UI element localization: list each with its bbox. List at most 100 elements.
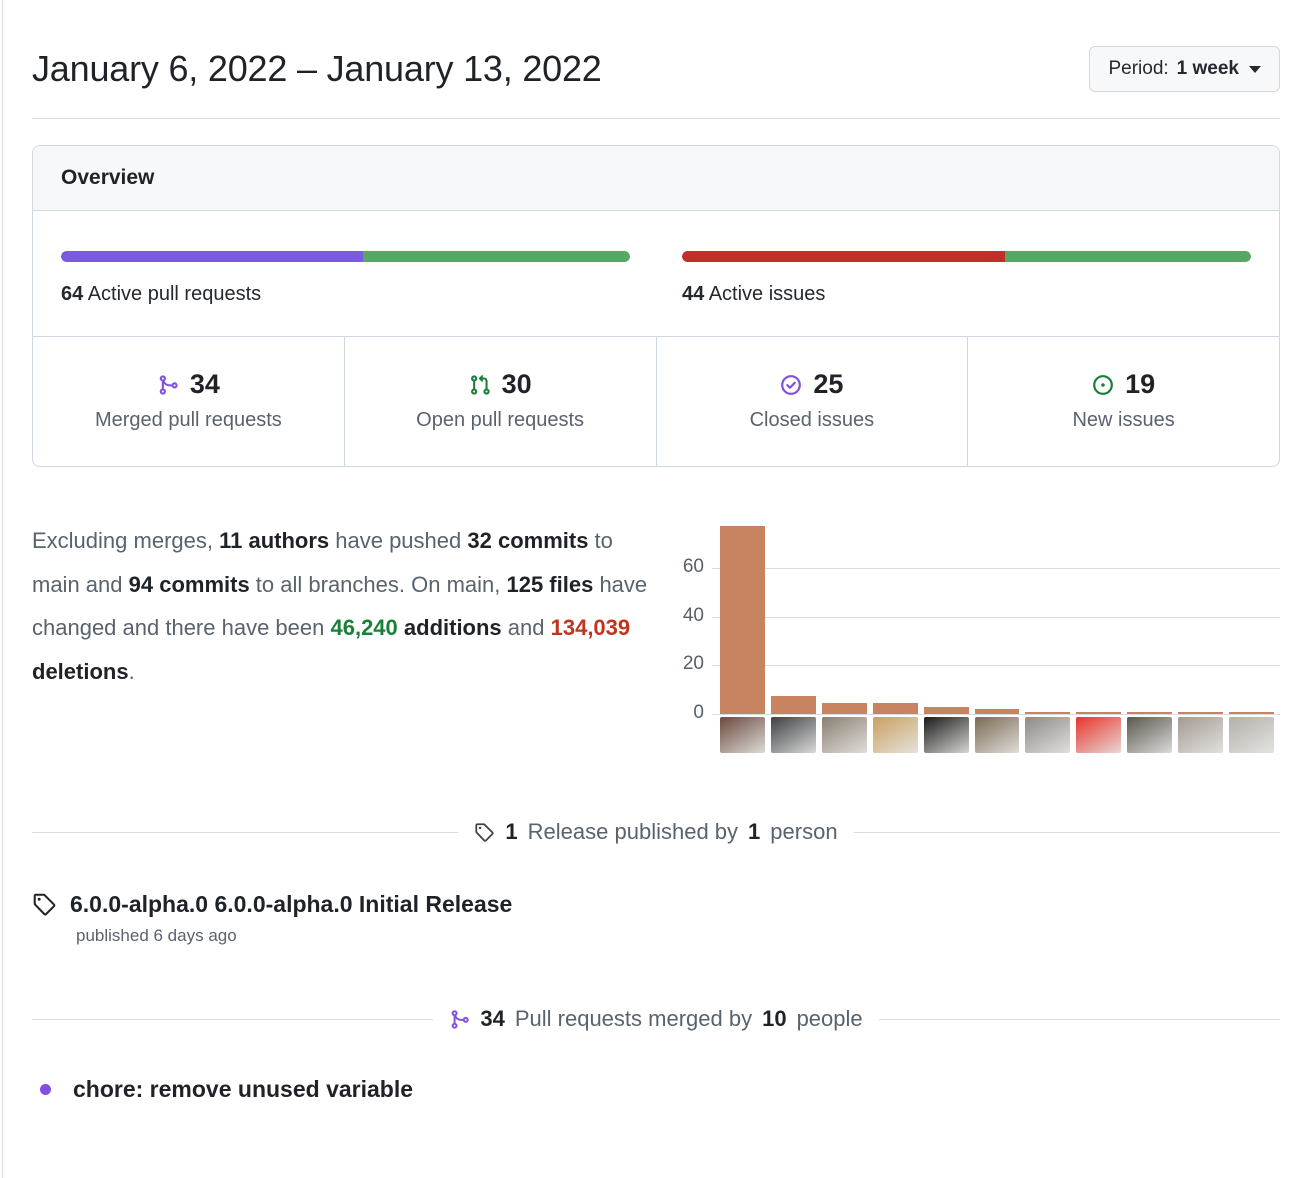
summary-files[interactable]: 125 files bbox=[506, 572, 593, 597]
overview-title: Overview bbox=[61, 166, 1251, 190]
overview-bars-row: 64 Active pull requests 44 Active issues bbox=[33, 211, 1279, 336]
git-merge-icon bbox=[157, 374, 179, 396]
git-pull-request-icon bbox=[469, 374, 491, 396]
stat-open-pull-requests[interactable]: 30 Open pull requests bbox=[345, 337, 657, 466]
stat-top: 19 bbox=[978, 369, 1269, 400]
stat-top: 34 bbox=[43, 369, 334, 400]
avatar[interactable] bbox=[822, 717, 867, 753]
summary-part-9: . bbox=[129, 659, 135, 684]
chart-bar bbox=[1229, 712, 1274, 714]
chart-bar-column[interactable] bbox=[873, 519, 918, 714]
chart-plot-area: 0204060 bbox=[672, 519, 1280, 714]
chart-bar bbox=[1076, 712, 1121, 714]
divider-rule-left bbox=[32, 1019, 433, 1020]
chart-bar-column[interactable] bbox=[1025, 519, 1070, 714]
tag-icon bbox=[32, 892, 57, 917]
release-published-meta: published 6 days ago bbox=[76, 926, 1280, 946]
pull-requests-people-count: 10 bbox=[762, 1006, 786, 1032]
summary-deletions-count: 134,039 bbox=[551, 615, 631, 640]
divider-rule-right bbox=[854, 832, 1280, 833]
releases-divider: 1 Release published by 1 person bbox=[32, 819, 1280, 845]
avatar[interactable] bbox=[924, 717, 969, 753]
chart-bar-column[interactable] bbox=[975, 519, 1020, 714]
release-list-item: 6.0.0-alpha.0 6.0.0-alpha.0 Initial Rele… bbox=[32, 891, 1280, 946]
bar-segment-closed bbox=[682, 251, 1005, 262]
chart-bar-column[interactable] bbox=[822, 519, 867, 714]
chart-bar-column[interactable] bbox=[1229, 519, 1274, 714]
overview-stats-row: 34 Merged pull requests 30 Open pull req… bbox=[33, 336, 1279, 466]
stat-merged-pull-requests[interactable]: 34 Merged pull requests bbox=[33, 337, 345, 466]
chart-bar-column[interactable] bbox=[1076, 519, 1121, 714]
chart-bar bbox=[873, 703, 918, 714]
release-title-link[interactable]: 6.0.0-alpha.0 6.0.0-alpha.0 Initial Rele… bbox=[70, 891, 512, 918]
bar-segment-open bbox=[363, 251, 630, 262]
chevron-down-icon bbox=[1249, 66, 1261, 73]
avatar[interactable] bbox=[873, 717, 918, 753]
avatar[interactable] bbox=[975, 717, 1020, 753]
chart-bar bbox=[1127, 712, 1172, 714]
chart-bar-column[interactable] bbox=[1178, 519, 1223, 714]
stat-label: New issues bbox=[978, 409, 1269, 432]
chart-bars bbox=[720, 519, 1274, 714]
active-pull-requests-caption: 64 Active pull requests bbox=[61, 283, 630, 306]
avatar[interactable] bbox=[1025, 717, 1070, 753]
chart-bar-column[interactable] bbox=[1127, 519, 1172, 714]
summary-commits-main[interactable]: 32 commits bbox=[467, 528, 588, 553]
stat-value: 19 bbox=[1125, 369, 1155, 400]
chart-bar bbox=[1178, 712, 1223, 714]
divider-rule-left bbox=[32, 832, 458, 833]
releases-divider-text-a: Release published by bbox=[528, 819, 738, 845]
stat-top: 25 bbox=[667, 369, 958, 400]
commits-summary-text: Excluding merges, 11 authors have pushed… bbox=[32, 519, 672, 693]
avatar[interactable] bbox=[1076, 717, 1121, 753]
page-title: January 6, 2022 – January 13, 2022 bbox=[32, 47, 602, 90]
pull-request-title-link[interactable]: chore: remove unused variable bbox=[73, 1076, 413, 1103]
avatar[interactable] bbox=[1127, 717, 1172, 753]
issue-closed-icon bbox=[780, 374, 802, 396]
chart-bar bbox=[822, 703, 867, 714]
summary-part-1: Excluding merges, bbox=[32, 528, 219, 553]
active-pull-requests-block: 64 Active pull requests bbox=[61, 251, 656, 306]
bar-segment-new bbox=[1005, 251, 1251, 262]
stat-closed-issues[interactable]: 25 Closed issues bbox=[657, 337, 969, 466]
git-merge-icon bbox=[449, 1009, 470, 1030]
release-title-row: 6.0.0-alpha.0 6.0.0-alpha.0 Initial Rele… bbox=[32, 891, 1280, 918]
y-axis-tick-label: 40 bbox=[672, 605, 704, 627]
active-issues-label[interactable]: Active issues bbox=[709, 283, 826, 305]
chart-bar bbox=[771, 696, 816, 714]
stat-label: Merged pull requests bbox=[43, 409, 334, 432]
stat-label: Open pull requests bbox=[355, 409, 646, 432]
stat-value: 25 bbox=[813, 369, 843, 400]
y-axis-tick-label: 60 bbox=[672, 556, 704, 578]
summary-authors[interactable]: 11 authors bbox=[219, 528, 329, 553]
chart-bar bbox=[924, 707, 969, 714]
releases-divider-text-b: person bbox=[770, 819, 837, 845]
avatar[interactable] bbox=[1229, 717, 1274, 753]
summary-commits-all[interactable]: 94 commits bbox=[129, 572, 250, 597]
active-issues-bar bbox=[682, 251, 1251, 262]
chart-bar-column[interactable] bbox=[771, 519, 816, 714]
chart-bar-column[interactable] bbox=[720, 519, 765, 714]
avatar[interactable] bbox=[1178, 717, 1223, 753]
gridline bbox=[712, 714, 1280, 715]
active-pull-requests-count: 64 bbox=[61, 283, 83, 305]
pull-requests-divider: 34 Pull requests merged by 10 people bbox=[32, 1006, 1280, 1032]
period-value-label: 1 week bbox=[1177, 58, 1239, 80]
avatar[interactable] bbox=[771, 717, 816, 753]
avatar[interactable] bbox=[720, 717, 765, 753]
commits-per-author-chart: 0204060 bbox=[672, 519, 1280, 759]
chart-bar-column[interactable] bbox=[924, 519, 969, 714]
summary-part-4: to all branches. On main, bbox=[250, 572, 507, 597]
summary-part-2: have pushed bbox=[329, 528, 467, 553]
chart-bar bbox=[975, 709, 1020, 714]
stat-new-issues[interactable]: 19 New issues bbox=[968, 337, 1279, 466]
active-pull-requests-bar bbox=[61, 251, 630, 262]
active-pull-requests-label[interactable]: Active pull requests bbox=[88, 283, 261, 305]
summary-part-7: and bbox=[502, 615, 551, 640]
period-dropdown-button[interactable]: Period: 1 week bbox=[1089, 46, 1280, 92]
active-issues-block: 44 Active issues bbox=[656, 251, 1251, 306]
issue-opened-icon bbox=[1092, 374, 1114, 396]
y-axis-tick-label: 0 bbox=[672, 702, 704, 724]
period-prefix-label: Period: bbox=[1108, 58, 1168, 80]
releases-people-count: 1 bbox=[748, 819, 760, 845]
